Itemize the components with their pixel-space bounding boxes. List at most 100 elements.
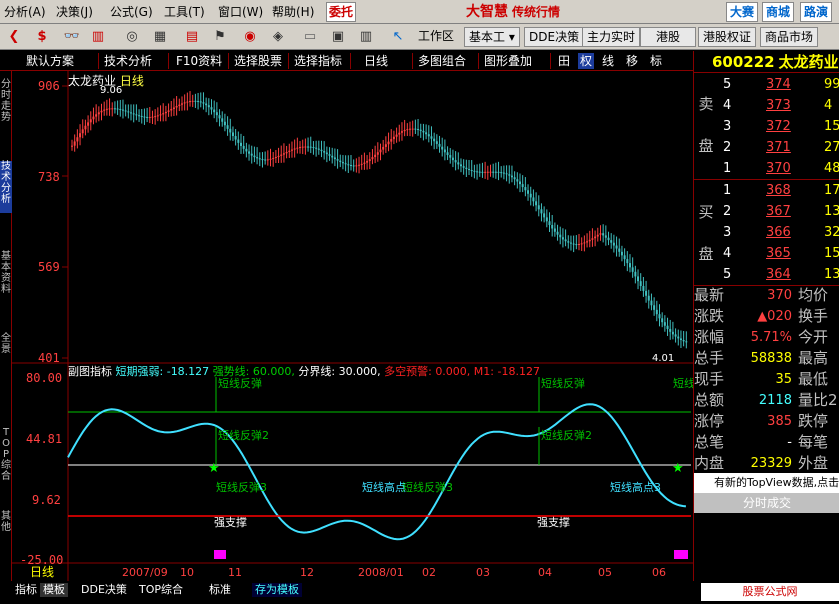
eye-icon[interactable]: ◈ [268, 27, 288, 47]
select-stock-button[interactable]: 选择股票 [234, 53, 282, 69]
candle-body [113, 108, 116, 110]
candle-body [406, 129, 409, 131]
overlay-button[interactable]: 图形叠加 [484, 53, 532, 69]
flag-icon[interactable]: ⚑ [210, 27, 230, 47]
tab-save-template[interactable]: 存为模板 [252, 583, 302, 597]
candle-body [650, 300, 653, 306]
kline-chart[interactable]: 短线反弹 短线反弹 短线短线反弹2 短线反弹2短线反弹3 短线反弹3短线高点 短线高点3强… [12, 71, 693, 581]
globe-icon[interactable]: ◉ [240, 27, 260, 47]
tab-dde[interactable]: DDE决策 [78, 583, 130, 597]
commodity-button[interactable]: 商品市场 [760, 27, 819, 47]
calculator-icon[interactable]: ▦ [150, 27, 170, 47]
binoculars-icon[interactable]: ◎ [122, 27, 142, 47]
candle-body [398, 132, 401, 135]
menu-tools[interactable]: 工具(T) [164, 3, 205, 21]
workspace-button[interactable]: 工作区 [414, 27, 458, 47]
sub-y-label-44: 44.81 [26, 432, 63, 446]
candle-body [164, 111, 167, 114]
entrust-button[interactable]: 委托 [326, 2, 356, 22]
candle-body [414, 128, 417, 130]
glasses-icon[interactable]: 👓 [62, 27, 82, 47]
mark-icon[interactable]: 标 [650, 53, 662, 69]
tab-indicator[interactable]: 指标 [12, 583, 40, 597]
chart-area[interactable]: 短线反弹 短线反弹 短线 短线反弹2 短线反弹2 短线反弹3 短线反弹3 短线高点 短线高点3 强… [12, 71, 693, 581]
x-tick-label: 12 [300, 566, 314, 579]
hk-warrant-button[interactable]: 港股权证 [698, 27, 757, 47]
divider [550, 53, 551, 69]
period-daily-button[interactable]: 日线 [364, 53, 388, 69]
select-indicator-button[interactable]: 选择指标 [294, 53, 342, 69]
multi-chart-button[interactable]: 多图组合 [418, 53, 466, 69]
rebound3-label: 短线反弹3 [402, 480, 453, 494]
tab-technical[interactable]: 技术分析 [0, 161, 12, 213]
stat-key-2: 跌停 [798, 412, 829, 430]
candle-body [199, 101, 202, 103]
stat-value: - [787, 435, 792, 450]
ob-level: 4 [723, 246, 732, 261]
candle-body [175, 106, 178, 108]
tab-basic-info[interactable]: 基本资料 [0, 251, 12, 303]
tech-analysis-button[interactable]: 技术分析 [104, 53, 152, 69]
default-scheme-button[interactable]: 默认方案 [26, 53, 74, 69]
dollar-icon[interactable]: $ [32, 27, 52, 47]
dde-decision-button[interactable]: DDE决策 [524, 27, 585, 47]
y-label-569: 569 [38, 260, 60, 274]
candle-body [454, 160, 457, 163]
x-tick-label: 04 [538, 566, 552, 579]
move-icon[interactable]: 移 [626, 53, 638, 69]
star-marker: ★ [208, 461, 220, 476]
candle-body [551, 225, 554, 229]
candle-body [218, 115, 221, 119]
basic-dropdown[interactable]: 基本工 ▾ [464, 27, 520, 47]
divider [288, 53, 289, 69]
tab-template[interactable]: 模板 [40, 583, 68, 597]
topview-notice[interactable]: 有新的TopView数据,点击 [694, 473, 839, 493]
candle-body [336, 159, 339, 161]
clipboard-icon[interactable]: ▭ [300, 27, 320, 47]
candle-body [97, 112, 100, 115]
news-icon[interactable]: ▣ [328, 27, 348, 47]
back-icon[interactable]: ❮ [4, 27, 24, 47]
tab-top[interactable]: TOP综合 [136, 583, 186, 597]
candle-body [417, 128, 420, 130]
hk-stock-button[interactable]: 港股 [640, 27, 696, 47]
contest-button[interactable]: 大赛 [726, 2, 759, 22]
f10-button[interactable]: F10资料 [176, 53, 222, 69]
tab-top-composite[interactable]: TOP综合 [0, 427, 12, 489]
candle-body [604, 235, 607, 238]
menu-formula[interactable]: 公式(G) [110, 3, 153, 21]
rights-icon[interactable]: 权 [578, 53, 595, 69]
menu-analysis[interactable]: 分析(A) [4, 3, 46, 21]
ob-price: 374 [766, 77, 791, 92]
candle-body [242, 145, 245, 149]
books-icon[interactable]: ▥ [356, 27, 376, 47]
candle-body [317, 148, 320, 150]
bar-chart-icon[interactable]: ▥ [88, 27, 108, 47]
roadshow-button[interactable]: 路演 [800, 2, 833, 22]
candle-body [580, 243, 583, 245]
candle-body [569, 242, 572, 244]
menu-window[interactable]: 窗口(W) [218, 3, 263, 21]
tab-standard[interactable]: 标准 [206, 583, 234, 597]
candle-body [548, 221, 551, 226]
main-realtime-button[interactable]: 主力实时 [582, 27, 641, 47]
stat-key: 涨幅 [694, 328, 725, 346]
help-pointer-icon[interactable]: ↖ [388, 27, 408, 47]
mall-button[interactable]: 商城 [762, 2, 795, 22]
time-trade-tab[interactable]: 分时成交 [694, 493, 839, 513]
tab-intraday[interactable]: 分时走势 [0, 79, 12, 131]
sell-label-2: 盘 [698, 137, 714, 155]
line-icon[interactable]: 线 [602, 53, 614, 69]
menu-decision[interactable]: 决策(J) [56, 3, 93, 21]
candle-body [205, 103, 208, 106]
tab-other[interactable]: 其他 [0, 511, 12, 541]
stat-key-2: 今开 [798, 328, 829, 346]
menu-help[interactable]: 帮助(H) [272, 3, 314, 21]
chart-icon[interactable]: ▤ [182, 27, 202, 47]
tab-panorama[interactable]: 全景 [0, 333, 12, 363]
grid-layout-icon[interactable]: 田 [558, 53, 570, 69]
candle-body [594, 236, 597, 239]
candle-body [296, 147, 299, 149]
candle-body [618, 248, 621, 252]
sell-row: 5 374 99 [720, 74, 839, 95]
